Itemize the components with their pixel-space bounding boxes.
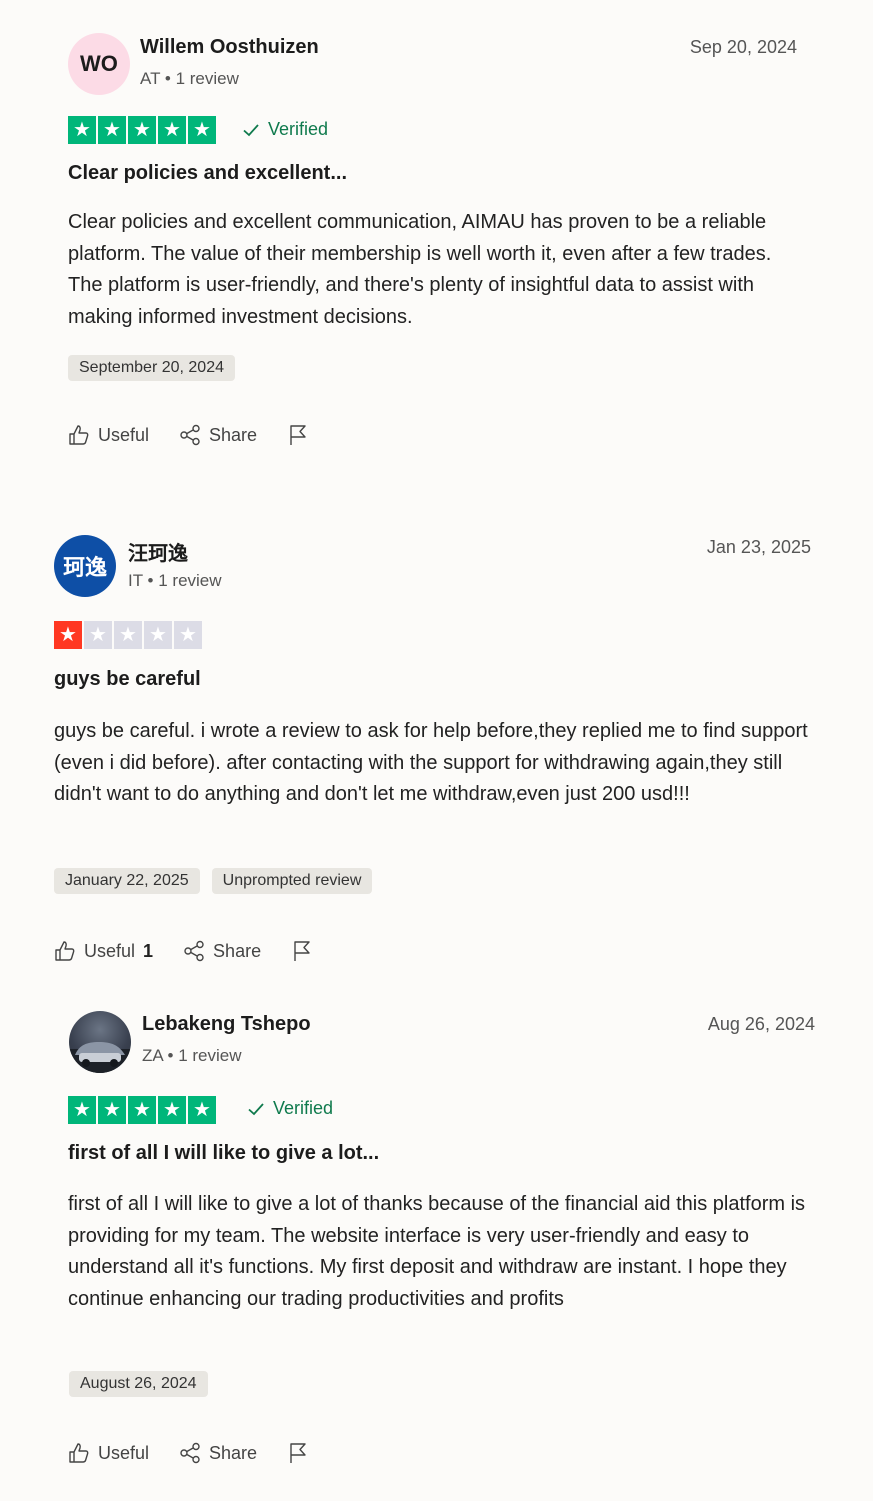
review-title[interactable]: Clear policies and excellent... bbox=[68, 162, 347, 185]
separator: • bbox=[147, 571, 154, 590]
review-title[interactable]: guys be careful bbox=[54, 668, 201, 691]
report-button[interactable] bbox=[287, 424, 309, 446]
verified-badge[interactable]: Verified bbox=[247, 1098, 333, 1119]
useful-button[interactable]: Useful 1 bbox=[54, 940, 153, 962]
reviewer-review-count: 1 review bbox=[178, 1046, 242, 1065]
review-card: Lebakeng Tshepo ZA • 1 review Aug 26, 20… bbox=[0, 1000, 873, 1501]
avatar[interactable]: 珂逸 bbox=[54, 535, 116, 597]
star-icon: ★ bbox=[174, 621, 202, 649]
review-date: Jan 23, 2025 bbox=[706, 537, 811, 557]
useful-label: Useful bbox=[98, 1442, 150, 1463]
thumbs-up-icon bbox=[69, 1443, 89, 1463]
reviewer-review-count: 1 review bbox=[158, 571, 222, 590]
star-icon: ★ bbox=[144, 621, 172, 649]
flag-icon bbox=[290, 1443, 306, 1463]
reviewer-name[interactable]: Lebakeng Tshepo bbox=[142, 1013, 311, 1036]
reviewer-name[interactable]: Willem Oosthuizen bbox=[140, 36, 319, 59]
star-icon: ★ bbox=[188, 116, 216, 144]
useful-label: Useful bbox=[98, 424, 150, 445]
avatar[interactable]: WO bbox=[68, 33, 130, 95]
reviewer-country: IT bbox=[128, 571, 143, 590]
check-icon bbox=[248, 1102, 264, 1115]
flag-icon bbox=[290, 425, 306, 445]
reviewer-country: AT bbox=[140, 69, 161, 88]
reviewer-review-count: 1 review bbox=[175, 69, 239, 88]
star-rating: ★ ★ ★ ★ ★ bbox=[68, 116, 216, 144]
review-body: Clear policies and excellent communicati… bbox=[68, 211, 772, 328]
star-icon: ★ bbox=[68, 116, 96, 144]
review-tags: September 20, 2024 bbox=[68, 355, 235, 381]
reviewer-country: ZA bbox=[142, 1046, 163, 1065]
star-icon: ★ bbox=[158, 116, 186, 144]
thumbs-up-icon bbox=[69, 425, 89, 445]
avatar[interactable] bbox=[69, 1011, 131, 1073]
share-button[interactable]: Share bbox=[183, 940, 261, 962]
star-icon: ★ bbox=[128, 1096, 156, 1124]
review-body: guys be careful. i wrote a review to ask… bbox=[54, 720, 808, 805]
flag-icon bbox=[294, 941, 310, 961]
share-label: Share bbox=[209, 1442, 258, 1463]
useful-button[interactable]: Useful bbox=[68, 1442, 149, 1464]
share-label: Share bbox=[209, 424, 258, 445]
star-icon: ★ bbox=[98, 116, 126, 144]
reviewer-meta: ZA • 1 review bbox=[142, 1046, 242, 1066]
star-rating: ★ ★ ★ ★ ★ bbox=[68, 1096, 216, 1124]
review-actions: Useful Share bbox=[68, 1442, 309, 1464]
star-icon: ★ bbox=[188, 1096, 216, 1124]
share-button[interactable]: Share bbox=[179, 424, 257, 446]
separator: • bbox=[167, 1046, 174, 1065]
star-rating: ★ ★ ★ ★ ★ bbox=[54, 621, 202, 649]
star-icon: ★ bbox=[114, 621, 142, 649]
experience-date-tag: January 22, 2025 bbox=[54, 868, 200, 894]
review-actions: Useful 1 Share bbox=[54, 940, 313, 962]
reviewer-name[interactable]: 汪珂逸 bbox=[128, 537, 188, 566]
star-icon: ★ bbox=[98, 1096, 126, 1124]
share-button[interactable]: Share bbox=[179, 1442, 257, 1464]
review-tags: August 26, 2024 bbox=[69, 1371, 208, 1397]
review-date: Aug 26, 2024 bbox=[707, 1014, 815, 1034]
useful-button[interactable]: Useful bbox=[68, 424, 149, 446]
separator: • bbox=[164, 69, 171, 88]
review-title[interactable]: first of all I will like to give a lot..… bbox=[68, 1142, 379, 1165]
review-body: first of all I will like to give a lot o… bbox=[68, 1193, 806, 1310]
review-actions: Useful Share bbox=[68, 424, 309, 446]
report-button[interactable] bbox=[291, 940, 313, 962]
star-icon: ★ bbox=[128, 116, 156, 144]
star-icon: ★ bbox=[84, 621, 112, 649]
verified-label: Verified bbox=[268, 119, 329, 139]
useful-count: 1 bbox=[143, 940, 154, 961]
useful-label: Useful bbox=[84, 940, 136, 961]
share-icon bbox=[180, 424, 200, 446]
star-icon: ★ bbox=[158, 1096, 186, 1124]
experience-date-tag: September 20, 2024 bbox=[68, 355, 235, 381]
verified-label: Verified bbox=[273, 1098, 334, 1118]
review-card: 珂逸 汪珂逸 IT • 1 review Jan 23, 2025 ★ ★ ★ … bbox=[0, 500, 873, 990]
star-icon: ★ bbox=[54, 621, 82, 649]
thumbs-up-icon bbox=[55, 941, 75, 961]
reviewer-meta: AT • 1 review bbox=[140, 69, 239, 89]
review-card: WO Willem Oosthuizen AT • 1 review Sep 2… bbox=[0, 0, 873, 480]
share-label: Share bbox=[213, 940, 262, 961]
unprompted-review-tag[interactable]: Unprompted review bbox=[211, 868, 373, 894]
profile-photo bbox=[69, 1042, 131, 1073]
verified-badge[interactable]: Verified bbox=[242, 119, 328, 140]
report-button[interactable] bbox=[287, 1442, 309, 1464]
check-icon bbox=[243, 123, 259, 136]
review-date: Sep 20, 2024 bbox=[689, 37, 797, 57]
share-icon bbox=[184, 940, 204, 962]
star-icon: ★ bbox=[68, 1096, 96, 1124]
reviewer-meta: IT • 1 review bbox=[128, 571, 222, 591]
review-tags: January 22, 2025 Unprompted review bbox=[54, 868, 373, 894]
share-icon bbox=[180, 1442, 200, 1464]
experience-date-tag: August 26, 2024 bbox=[69, 1371, 208, 1397]
